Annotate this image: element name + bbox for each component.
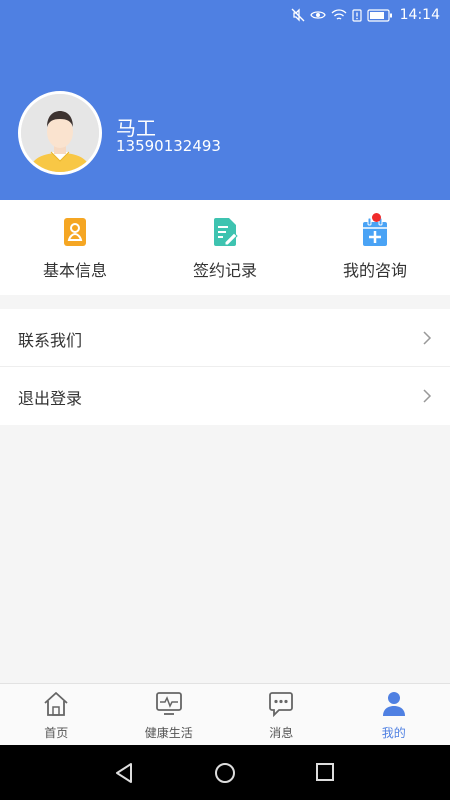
- tab-mine[interactable]: 我的: [338, 684, 450, 746]
- bottom-tab-bar: 首页 健康生活 消息 我的: [0, 683, 450, 745]
- home-nav-icon[interactable]: [214, 762, 236, 784]
- sim-alert-icon: [352, 8, 362, 22]
- recents-icon[interactable]: [315, 762, 335, 782]
- tab-home-label: 首页: [44, 726, 69, 740]
- menu-logout[interactable]: 退出登录: [0, 367, 450, 425]
- menu-contact-us-label: 联系我们: [18, 331, 83, 350]
- id-card-icon: [64, 218, 86, 246]
- system-nav-bar: [0, 745, 450, 800]
- quick-basic-info-label: 基本信息: [42, 261, 107, 280]
- notification-badge: [372, 213, 381, 222]
- home-icon: [44, 692, 68, 716]
- document-edit-icon: [214, 218, 238, 246]
- mute-icon: [291, 8, 305, 22]
- menu-contact-us[interactable]: 联系我们: [0, 309, 450, 367]
- monitor-pulse-icon: [155, 692, 182, 715]
- status-icons: 14:14: [291, 6, 440, 24]
- chat-icon: [269, 692, 293, 717]
- menu-logout-label: 退出登录: [18, 389, 83, 408]
- chevron-right-icon: [423, 389, 432, 403]
- status-bar: 14:14: [0, 0, 450, 30]
- tab-health-life-label: 健康生活: [144, 726, 193, 740]
- quick-basic-info[interactable]: 基本信息: [0, 200, 150, 295]
- quick-actions: 基本信息 签约记录 我的咨询: [0, 200, 450, 295]
- tab-mine-label: 我的: [381, 726, 406, 740]
- eye-icon: [309, 11, 326, 19]
- chevron-right-icon: [423, 331, 432, 345]
- status-time: 14:14: [399, 7, 440, 23]
- tab-messages-label: 消息: [269, 726, 294, 740]
- back-icon[interactable]: [114, 762, 134, 784]
- avatar[interactable]: [18, 91, 102, 175]
- menu-list: 联系我们 退出登录: [0, 309, 450, 425]
- quick-sign-records[interactable]: 签约记录: [150, 200, 300, 295]
- wifi-icon: [331, 8, 347, 20]
- tab-health-life[interactable]: 健康生活: [113, 684, 226, 746]
- tab-messages[interactable]: 消息: [225, 684, 338, 746]
- user-phone: 13590132493: [116, 137, 221, 155]
- battery-icon: [367, 8, 392, 22]
- user-icon: [382, 692, 405, 716]
- tab-home[interactable]: 首页: [0, 684, 113, 746]
- quick-sign-records-label: 签约记录: [192, 261, 257, 280]
- person-avatar-icon: [21, 94, 99, 172]
- profile-header: 14:14 马工 13590132493: [0, 0, 450, 200]
- quick-my-consult-label: 我的咨询: [342, 261, 407, 280]
